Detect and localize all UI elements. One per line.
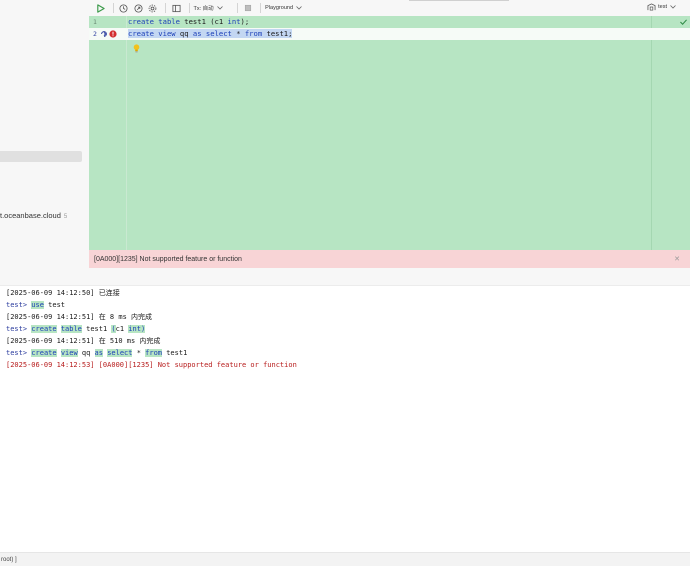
output-line: [2025-06-09 14:12:51] 在 8 ms 内完成 (6, 313, 153, 321)
sql-editor[interactable]: 1 create table test1 (c1 int); 2 create … (89, 16, 690, 250)
code-text[interactable]: create view qq as select * from test1; (128, 28, 293, 40)
status-bar: root) ] (0, 552, 690, 566)
chevron-down-icon (670, 5, 676, 9)
output-error-line: [2025-06-09 14:12:53] [0A000][1235] Not … (6, 361, 297, 369)
status-text: root) ] (1, 556, 17, 563)
gear-icon (148, 4, 157, 12)
toolbar-top-divider (409, 0, 509, 1)
gutter-divider (126, 16, 127, 250)
code-line-1[interactable]: 1 create table test1 (c1 int); (89, 16, 690, 28)
stop-icon (244, 4, 251, 12)
execution-status-icon (101, 31, 107, 37)
toolbar-separator (260, 3, 262, 13)
toolbar-separator (188, 3, 190, 13)
panel-layout-icon (171, 4, 181, 12)
host-label: t.oceanbase.cloud (0, 211, 61, 220)
lightbulb-icon[interactable] (133, 44, 140, 53)
stop-button[interactable] (242, 2, 254, 14)
toolbar-separator (165, 3, 166, 13)
error-icon (109, 30, 117, 38)
explorer-host-item[interactable]: t.oceanbase.cloud 5 (0, 211, 67, 220)
datasource-label: test (658, 4, 667, 10)
code-text[interactable]: create table test1 (c1 int); (128, 16, 249, 28)
output-line: test> create view qq as select * from te… (6, 349, 188, 357)
explorer-search-field[interactable] (0, 151, 82, 162)
check-icon (680, 19, 687, 25)
playground-label: Playground (265, 5, 293, 11)
transaction-mode-label: Tx: 自动 (193, 6, 214, 12)
execute-button[interactable] (94, 2, 106, 14)
play-icon (96, 3, 105, 13)
output-console[interactable]: [2025-06-09 14:12:50] 已连接 test> use test… (0, 286, 690, 552)
output-tab-header (0, 268, 690, 286)
output-line: [2025-06-09 14:12:51] 在 510 ms 内完成 (6, 337, 161, 345)
datasource-icon (647, 3, 656, 11)
line-number: 1 (93, 18, 97, 26)
editor-toolbar: Tx: 自动 Playground test (89, 0, 690, 16)
history-button[interactable] (118, 2, 130, 14)
output-line: [2025-06-09 14:12:50] 已连接 (6, 289, 120, 297)
layout-button[interactable] (170, 2, 182, 14)
error-notification-bar: [0A000][1235] Not supported feature or f… (89, 250, 690, 268)
clock-icon (119, 3, 128, 13)
output-line: test> create table test1 (c1 int) (6, 325, 146, 333)
toolbar-separator (112, 3, 114, 13)
settings-button[interactable] (147, 2, 159, 14)
toolbar-separator (236, 3, 238, 13)
pin-circle-icon (133, 3, 143, 13)
playground-dropdown[interactable]: Playground (265, 5, 302, 11)
code-line-2[interactable]: 2 create view qq as select * from test1; (89, 28, 690, 40)
line-gutter-icons (99, 30, 117, 38)
transaction-mode-dropdown[interactable]: Tx: 自动 (194, 4, 223, 12)
pin-button[interactable] (132, 2, 144, 14)
datasource-selector[interactable]: test (647, 3, 678, 11)
database-explorer-panel: t.oceanbase.cloud 5 (0, 0, 89, 268)
chevron-down-icon (296, 6, 302, 10)
host-count: 5 (63, 214, 68, 220)
error-message: [0A000][1235] Not supported feature or f… (94, 255, 242, 263)
output-line: test> use test (6, 301, 66, 309)
right-margin-line (651, 16, 652, 250)
chevron-down-icon (216, 6, 223, 10)
close-icon[interactable]: ✕ (674, 255, 680, 263)
